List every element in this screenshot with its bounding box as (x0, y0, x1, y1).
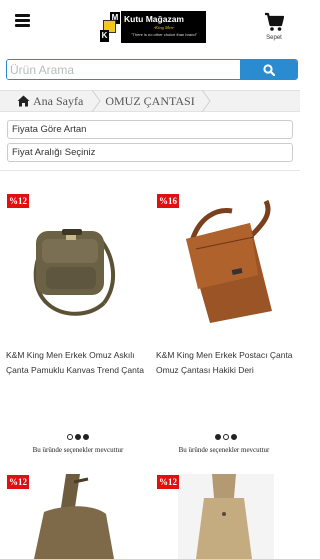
header: M K Kutu Mağazam -King Men- "There is no… (0, 0, 300, 55)
cart-icon (265, 12, 284, 31)
price-range-select[interactable]: Fiyat Aralığı Seçiniz (7, 143, 293, 162)
product-card[interactable]: %12 (4, 474, 152, 559)
product-card[interactable]: %12 (154, 474, 302, 559)
variants-note: Bu üründe seçenekler mevcuttur (32, 446, 124, 454)
variants-note: Bu üründe seçenekler mevcuttur (178, 446, 270, 454)
home-icon (17, 95, 30, 107)
leather-messenger-bag-image (186, 199, 272, 323)
breadcrumb: Ana Sayfa OMUZ ÇANTASI (0, 90, 300, 112)
product-card[interactable]: %12 K&M King Men Erkek Omuz Askılı Çanta… (4, 193, 152, 378)
canvas-shoulder-bag-image (33, 229, 116, 316)
logo-title: Kutu Mağazam (124, 14, 184, 24)
product-card[interactable]: %16 K&M King Men Erkek Postacı Çanta Omu… (154, 193, 302, 378)
product-image[interactable]: %16 (154, 193, 294, 338)
carousel-dot[interactable] (231, 434, 237, 440)
discount-badge: %16 (157, 194, 179, 208)
carousel-dots (215, 434, 237, 440)
logo-slogan: "There is no other choice than brand" (131, 32, 197, 37)
breadcrumb-home[interactable]: Ana Sayfa (0, 90, 91, 112)
product-name[interactable]: K&M King Men Erkek Postacı Çanta Omuz Ça… (154, 348, 302, 378)
cart-button[interactable]: Sepet (263, 12, 285, 41)
sort-select[interactable]: Fiyata Göre Artan (7, 120, 293, 139)
discount-badge: %12 (157, 475, 179, 489)
discount-badge: %12 (7, 194, 29, 208)
breadcrumb-separator (91, 90, 101, 112)
carousel-dot[interactable] (223, 434, 229, 440)
product-image[interactable]: %12 (154, 474, 294, 559)
carousel-dot[interactable] (215, 434, 221, 440)
discount-badge: %12 (7, 475, 29, 489)
product-image[interactable]: %12 (4, 474, 144, 559)
logo-subtitle: -King Men- (153, 25, 175, 30)
search-bar (6, 59, 298, 80)
search-button[interactable] (240, 60, 297, 79)
logo[interactable]: M K Kutu Mağazam -King Men- "There is no… (99, 11, 206, 43)
carousel-dot[interactable] (67, 434, 73, 440)
carousel-dot[interactable] (83, 434, 89, 440)
search-icon (262, 63, 275, 76)
carousel-dots (67, 434, 89, 440)
product-name[interactable]: K&M King Men Erkek Omuz Askılı Çanta Pam… (4, 348, 152, 378)
divider (0, 170, 300, 171)
breadcrumb-current: OMUZ ÇANTASI (105, 93, 195, 108)
logo-mark: M K (99, 11, 121, 43)
carousel-dot[interactable] (75, 434, 81, 440)
product-image[interactable]: %12 (4, 193, 144, 338)
search-input[interactable] (7, 60, 240, 79)
menu-icon[interactable] (15, 14, 30, 27)
cart-label: Sepet (266, 35, 282, 41)
breadcrumb-separator (201, 90, 211, 112)
